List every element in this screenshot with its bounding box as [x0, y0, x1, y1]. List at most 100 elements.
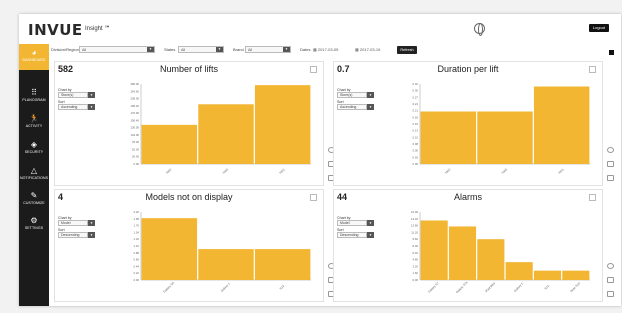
- bar[interactable]: [477, 111, 533, 165]
- y-tick-label: 176.00: [130, 111, 139, 115]
- expand-icon[interactable]: [310, 194, 317, 201]
- bar[interactable]: [448, 226, 477, 280]
- expand-icon[interactable]: [310, 66, 317, 73]
- x-tick-label: Note S10: [569, 281, 581, 293]
- y-tick-label: 12.80: [411, 224, 418, 228]
- bar[interactable]: [198, 249, 254, 280]
- chart-panel: Duration per lift 0.7 Chart by Store(s) ▼…: [333, 61, 614, 186]
- chart-controls: Chart by Model ▼ Sort Descending ▼: [58, 216, 95, 240]
- y-tick-label: 6.40: [413, 251, 419, 255]
- bar[interactable]: [198, 104, 254, 164]
- date-from-field[interactable]: ▦ 2017-03-05: [313, 46, 338, 53]
- y-tick-label: 0.88: [134, 251, 140, 255]
- y-tick-label: 3.20: [413, 264, 419, 268]
- chevron-down-icon: ▼: [88, 92, 95, 98]
- chart-panel: Alarms 44 Chart by Model ▼ Sort Descendin…: [333, 189, 614, 302]
- brand-label: Brand: [233, 47, 244, 52]
- y-tick-label: 14.40: [411, 217, 418, 221]
- chevron-down-icon: ▼: [283, 47, 290, 52]
- bar[interactable]: [420, 111, 477, 165]
- sidebar-item-activity[interactable]: 🏃 ACTIVITY: [19, 110, 49, 136]
- division-select[interactable]: All ▼: [79, 46, 155, 53]
- y-tick-label: 11.20: [411, 230, 418, 234]
- sidebar-item-settings[interactable]: ⚙ SETTINGS: [19, 212, 49, 238]
- table-icon[interactable]: [607, 277, 614, 283]
- bar[interactable]: [533, 270, 562, 280]
- sidebar-item-label: NOTIFICATIONS: [19, 176, 49, 180]
- sidebar-item-label: DASHBOARD: [22, 58, 46, 62]
- gear-icon[interactable]: [607, 263, 614, 269]
- y-tick-label: 228.00: [130, 97, 139, 101]
- expand-icon[interactable]: [589, 66, 596, 73]
- bar-chart: 16.00 14.40 12.80 11.20 9.60 8.00 6.40 4.80 3.20…: [411, 210, 590, 294]
- x-tick-label: S22: [279, 284, 286, 291]
- window-edge-marker: [609, 50, 614, 55]
- y-tick-label: 0.13: [413, 129, 419, 133]
- app-window: INVUE Insight ℠ Logout ◕ DASHBOARD ⠿ PLANOG…: [19, 14, 621, 306]
- sidebar-item-security[interactable]: ◈ SECURITY: [19, 136, 49, 162]
- logout-button[interactable]: Logout: [589, 24, 609, 32]
- y-tick-label: 52.00: [132, 147, 139, 151]
- bar-chart: 0.32 0.30 0.27 0.24 0.21 0.18 0.16 0.13 0.10 0.08…: [413, 82, 590, 175]
- y-tick-label: 8.00: [413, 244, 419, 248]
- x-tick-label: 7001: [278, 167, 286, 175]
- x-tick-label: Galaxy S8: [162, 281, 175, 294]
- filter-bar: Division/Region All ▼ States All ▼ Brand A…: [49, 44, 621, 56]
- sort-select[interactable]: Ascending ▼: [58, 104, 95, 110]
- sort-select[interactable]: Ascending ▼: [337, 104, 374, 110]
- y-tick-label: 0.08: [413, 142, 419, 146]
- chart-by-select[interactable]: Store(s) ▼: [337, 92, 374, 98]
- chart-title: Duration per lift: [437, 64, 499, 74]
- y-tick-label: 1.54: [134, 230, 140, 234]
- y-tick-label: 0.44: [134, 264, 140, 268]
- bar[interactable]: [141, 218, 198, 280]
- bar-chart: 280.00 254.60 228.00 195.20 176.00 156.40 130.…: [130, 82, 311, 175]
- bar[interactable]: [141, 124, 198, 164]
- sidebar-item-customize[interactable]: ✎ CUSTOMIZE: [19, 187, 49, 213]
- y-tick-label: 0.22: [134, 271, 140, 275]
- y-tick-label: 1.76: [134, 224, 140, 228]
- states-label: States: [164, 47, 176, 52]
- chart-by-select[interactable]: Model ▼: [337, 220, 374, 226]
- states-select[interactable]: All ▼: [178, 46, 224, 53]
- y-tick-label: 0.27: [413, 95, 419, 99]
- date-to-field[interactable]: ▦ 2017-03-19: [355, 46, 380, 53]
- bar[interactable]: [254, 249, 311, 280]
- sort-select[interactable]: Descending ▼: [337, 232, 374, 238]
- y-tick-label: 104.00: [130, 133, 139, 137]
- y-tick-label: 280.00: [130, 82, 139, 86]
- refresh-button[interactable]: Refresh: [397, 46, 417, 54]
- y-tick-label: 1.10: [134, 244, 140, 248]
- chart-by-select[interactable]: Store(s) ▼: [58, 92, 95, 98]
- image-icon[interactable]: [607, 175, 614, 181]
- bar[interactable]: [477, 239, 505, 280]
- y-tick-label: 16.00: [411, 210, 418, 214]
- sidebar-item-label: PLANOGRAM: [22, 98, 46, 102]
- bar[interactable]: [420, 220, 448, 281]
- sort-select[interactable]: Descending ▼: [58, 232, 95, 238]
- expand-icon[interactable]: [589, 194, 596, 201]
- sidebar-item-planogram[interactable]: ⠿ PLANOGRAM: [19, 84, 49, 110]
- table-icon[interactable]: [607, 161, 614, 167]
- bar[interactable]: [505, 262, 533, 280]
- image-icon[interactable]: [607, 291, 614, 297]
- brand-select[interactable]: All ▼: [245, 46, 291, 53]
- chart-by-select[interactable]: Model ▼: [58, 220, 95, 226]
- sidebar-item-label: ACTIVITY: [25, 124, 43, 128]
- y-tick-label: 0.16: [413, 122, 419, 126]
- sidebar-item-notifications[interactable]: △ NOTIFICATIONS: [19, 162, 49, 188]
- bar[interactable]: [562, 270, 590, 280]
- total-count: 0.7: [337, 64, 350, 74]
- y-tick-label: 2.20: [134, 210, 140, 214]
- sidebar: ◕ DASHBOARD ⠿ PLANOGRAM 🏃 ACTIVITY ◈ SECURITY △ N…: [19, 44, 49, 306]
- bar[interactable]: [533, 86, 590, 165]
- globe-icon[interactable]: [474, 23, 485, 36]
- y-tick-label: 0.30: [413, 89, 419, 93]
- y-tick-label: 0.00: [134, 278, 140, 282]
- x-tick-label: Galaxy 1: [220, 281, 231, 292]
- y-tick-label: 0.00: [413, 278, 419, 282]
- sidebar-item-dashboard[interactable]: ◕ DASHBOARD: [19, 44, 49, 70]
- gear-icon[interactable]: [607, 147, 614, 153]
- chevron-down-icon: ▼: [88, 232, 95, 238]
- bar[interactable]: [254, 85, 311, 164]
